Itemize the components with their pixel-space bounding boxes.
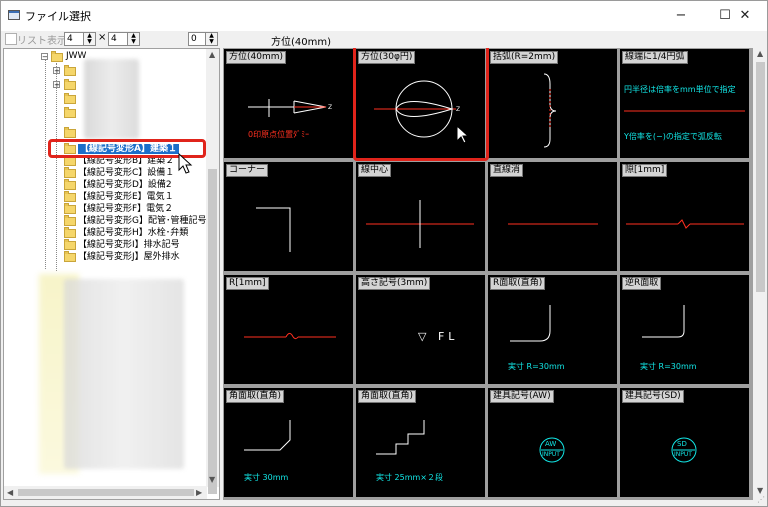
columns-spinner[interactable]: 4 ▲ ▼ (64, 32, 96, 46)
title-bar: ファイル選択 − ☐ ✕ (1, 1, 767, 31)
blurred-region (64, 279, 184, 469)
selection-highlight (353, 48, 489, 161)
folder-icon (64, 155, 76, 166)
tree-item-e[interactable]: 【線記号変形E】電気１ (78, 192, 174, 203)
folder-icon (64, 215, 76, 226)
resize-grip-icon[interactable]: ⋰ (757, 495, 765, 504)
symbol-cell[interactable]: コーナー (224, 162, 353, 271)
grid-vertical-scrollbar[interactable]: ▲ ▼ (754, 48, 767, 500)
tree-item-i[interactable]: 【線記号変形I】排水記号 (78, 240, 180, 251)
symbol-cell[interactable]: R面取(直角) 実寸 R=30mm (488, 275, 617, 384)
symbol-cell[interactable]: 線中心 (356, 162, 485, 271)
list-display-label: リスト表示 (17, 36, 67, 47)
tree-vertical-scrollbar[interactable]: ▲ ▼ (206, 49, 219, 494)
folder-icon (64, 107, 76, 118)
scroll-down-icon[interactable]: ▼ (757, 486, 763, 495)
tree-item-h[interactable]: 【線記号変形H】水栓･弁類 (78, 228, 188, 239)
symbol-grid: 方位(40mm) Z 0印原点位置ﾀﾞﾐｰ 方位(30φ円) Z 括弧(R=2m… (223, 48, 753, 500)
scroll-up-icon[interactable]: ▲ (209, 50, 215, 59)
expand-icon[interactable]: + (53, 67, 60, 75)
symbol-cell[interactable]: 線端に1/4円弧 円半径は倍率をmm単位で指定 Y倍率を(−)の指定で弧反転 (620, 49, 749, 158)
symbol-cell[interactable]: 括弧(R=2mm) (488, 49, 617, 158)
blurred-region (84, 59, 139, 139)
folder-icon (64, 65, 76, 76)
spinner-arrows-icon[interactable]: ▲ ▼ (205, 33, 217, 45)
window-title: ファイル選択 (25, 10, 91, 23)
scroll-up-icon[interactable]: ▲ (757, 49, 763, 58)
symbol-cell[interactable]: 方位(40mm) Z 0印原点位置ﾀﾞﾐｰ (224, 49, 353, 158)
scroll-thumb[interactable] (208, 169, 217, 494)
folder-icon (64, 227, 76, 238)
minimize-button[interactable]: − (659, 1, 703, 31)
tree-item-j[interactable]: 【線記号変形J】屋外排水 (78, 252, 180, 263)
folder-icon (64, 179, 76, 190)
tree-item-g[interactable]: 【線記号変形G】配管･管種記号 (78, 216, 206, 227)
offset-spinner[interactable]: 0 ▲ ▼ (188, 32, 218, 46)
current-folder-label: 方位(40mm) (271, 37, 332, 48)
folder-icon (64, 239, 76, 250)
symbol-cell[interactable]: 角面取(直角) 実寸 30mm (224, 388, 353, 497)
scroll-right-icon[interactable]: ▶ (196, 488, 202, 497)
folder-icon (64, 203, 76, 214)
symbol-cell[interactable]: 建具記号(AW) AW INPUT (488, 388, 617, 497)
spinner-arrows-icon[interactable]: ▲ ▼ (83, 33, 95, 45)
close-button[interactable]: ✕ (723, 1, 767, 31)
scroll-thumb[interactable] (756, 62, 765, 292)
symbol-cell[interactable]: 逆R面取 実寸 R=30mm (620, 275, 749, 384)
file-select-window: ファイル選択 − ☐ ✕ リスト表示 4 ▲ ▼ × 4 ▲ ▼ 0 ▲ ▼ 方位(4… (0, 0, 768, 507)
tree-item-d[interactable]: 【線記号変形D】設備2 (78, 180, 172, 191)
folder-icon (64, 191, 76, 202)
folder-icon (51, 51, 63, 62)
rows-spinner[interactable]: 4 ▲ ▼ (108, 32, 140, 46)
tree-horizontal-scrollbar[interactable]: ◀ ▶ (4, 486, 207, 499)
tree-item-c[interactable]: 【線記号変形C】設備１ (78, 168, 174, 179)
folder-icon (64, 93, 76, 104)
folder-icon (64, 167, 76, 178)
tree-item-f[interactable]: 【線記号変形F】電気２ (78, 204, 173, 215)
mouse-cursor-icon (178, 153, 193, 174)
symbol-cell[interactable]: 高さ記号(3mm) ▽ FL (356, 275, 485, 384)
scroll-thumb[interactable] (18, 489, 194, 496)
symbol-cell[interactable]: R[1mm] (224, 275, 353, 384)
folder-tree[interactable]: − JWW + + 【線記号変形A】建築１ 【線記号変形B】建築２ 【線記号変形… (3, 48, 220, 500)
list-display-checkbox[interactable] (5, 33, 17, 45)
expand-icon[interactable]: + (53, 81, 60, 89)
svg-text:Z: Z (328, 104, 332, 111)
spinner-arrows-icon[interactable]: ▲ ▼ (127, 33, 139, 45)
symbol-cell[interactable]: 隙[1mm] (620, 162, 749, 271)
symbol-cell[interactable]: 角面取(直角) 実寸 25mm×２段 (356, 388, 485, 497)
folder-icon (64, 79, 76, 90)
scroll-down-icon[interactable]: ▼ (209, 475, 215, 484)
times-symbol: × (98, 32, 107, 43)
scroll-left-icon[interactable]: ◀ (7, 488, 13, 497)
window-icon (8, 10, 20, 20)
folder-icon (64, 127, 76, 138)
symbol-cell[interactable]: 建具記号(SD) SD INPUT (620, 388, 749, 497)
symbol-cell[interactable]: 直線消 (488, 162, 617, 271)
collapse-icon[interactable]: − (41, 53, 48, 61)
toolbar: リスト表示 4 ▲ ▼ × 4 ▲ ▼ 0 ▲ ▼ 方位(40mm) (1, 31, 767, 49)
folder-icon (64, 251, 76, 262)
